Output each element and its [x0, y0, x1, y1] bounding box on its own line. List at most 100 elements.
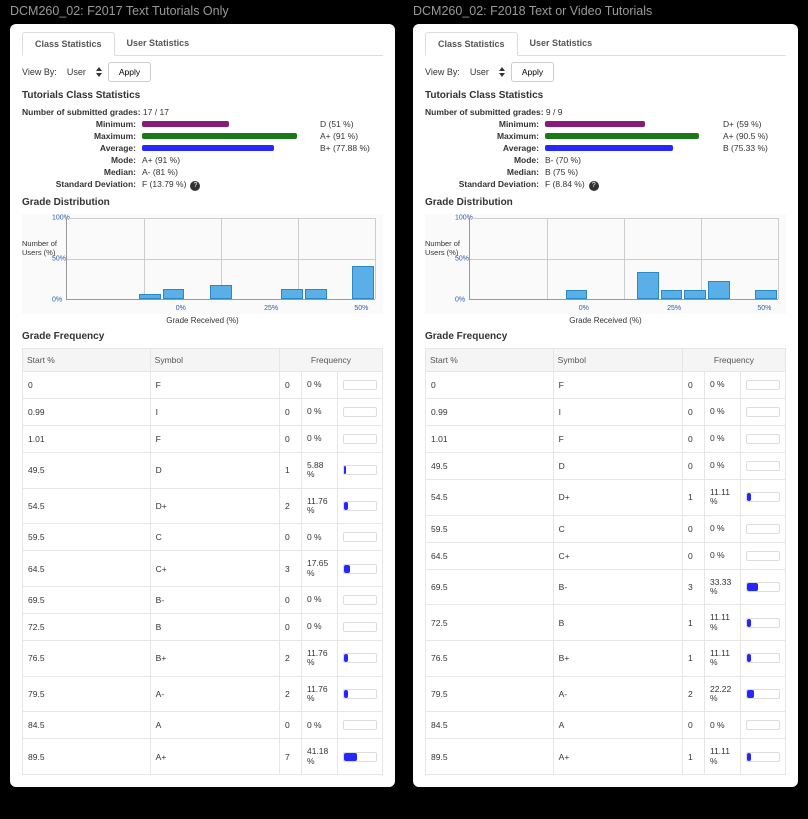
section-heading-frequency: Grade Frequency: [425, 331, 786, 342]
help-icon[interactable]: ?: [190, 181, 200, 191]
page-title-left: DCM260_02: F2017 Text Tutorials Only: [10, 0, 395, 24]
cell-count: 2: [279, 676, 301, 712]
cell-start: 64.5: [426, 542, 554, 569]
section-heading-frequency: Grade Frequency: [22, 331, 383, 342]
cell-percent: 0 %: [301, 614, 337, 641]
chart-bar: [163, 289, 185, 299]
apply-button[interactable]: Apply: [511, 62, 554, 82]
chart-bars: [67, 218, 375, 299]
cell-freq-bar: [337, 641, 382, 677]
cell-symbol: F: [150, 426, 279, 453]
table-row: 54.5D+111.11 %: [426, 480, 786, 516]
cell-symbol: F: [150, 372, 279, 399]
cell-freq-bar: [740, 676, 785, 712]
view-by-select[interactable]: User: [63, 65, 90, 79]
submitted-grades-label: Number of submitted grades:: [22, 107, 141, 117]
stat-row-stddev: Standard Deviation:F (8.84 %)?: [425, 179, 786, 191]
table-row: 0.99I00 %: [23, 399, 383, 426]
table-row: 64.5C+317.65 %: [23, 551, 383, 587]
submitted-grades-value: 9 / 9: [546, 107, 563, 117]
table-row: 76.5B+211.76 %: [23, 641, 383, 677]
cell-start: 84.5: [426, 712, 554, 739]
cell-start: 0: [23, 372, 151, 399]
table-row: 59.5C00 %: [23, 524, 383, 551]
cell-count: 0: [682, 515, 704, 542]
cell-symbol: A-: [553, 676, 682, 712]
stat-value-stddev: F (8.84 %)?: [545, 179, 599, 191]
stat-row-mode: Mode:B- (70 %): [425, 155, 786, 165]
stat-bar-min: [142, 121, 312, 127]
chart-x-tick: 25%: [667, 305, 681, 312]
table-row: 49.5D15.88 %: [23, 453, 383, 489]
help-icon[interactable]: ?: [589, 181, 599, 191]
cell-start: 0: [426, 372, 554, 399]
chart-plot-area: [66, 218, 375, 300]
apply-button[interactable]: Apply: [108, 62, 151, 82]
stat-label-median: Median:: [425, 167, 545, 177]
cell-freq-bar: [337, 712, 382, 739]
section-heading-distribution: Grade Distribution: [425, 197, 786, 208]
cell-count: 0: [682, 426, 704, 453]
cell-freq-bar: [337, 587, 382, 614]
sort-icon[interactable]: [499, 67, 505, 77]
stat-value-max: A+ (91 %): [320, 131, 358, 141]
stat-label-mode: Mode:: [425, 155, 545, 165]
cell-freq-bar: [337, 453, 382, 489]
stat-value-median: B (75 %): [545, 167, 578, 177]
chart-bar: [637, 272, 659, 299]
submitted-grades-row: Number of submitted grades: 9 / 9: [425, 107, 786, 117]
cell-freq-bar: [740, 372, 785, 399]
chart-bar: [708, 281, 730, 299]
stat-value-mode: A+ (91 %): [142, 155, 180, 165]
cell-symbol: A+: [553, 739, 682, 775]
sort-icon[interactable]: [96, 67, 102, 77]
stat-value-min: D (51 %): [320, 119, 354, 129]
page-title-right: DCM260_02: F2018 Text or Video Tutorials: [413, 0, 798, 24]
cell-percent: 0 %: [704, 453, 740, 480]
col-symbol: Symbol: [553, 349, 682, 372]
table-row: 64.5C+00 %: [426, 542, 786, 569]
cell-percent: 0 %: [704, 712, 740, 739]
stat-label-avg: Average:: [22, 143, 142, 153]
cell-symbol: A: [150, 712, 279, 739]
cell-symbol: C+: [150, 551, 279, 587]
cell-freq-bar: [740, 453, 785, 480]
cell-freq-bar: [740, 641, 785, 677]
distribution-chart: Number of Users (%)0%50%100%0%25%50%75%1…: [425, 214, 786, 314]
cell-percent: 11.76 %: [301, 676, 337, 712]
tab-class-statistics[interactable]: Class Statistics: [22, 32, 115, 56]
cell-count: 0: [279, 399, 301, 426]
stat-label-mode: Mode:: [22, 155, 142, 165]
chart-y-tick: 50%: [455, 256, 469, 263]
stat-row-max: Maximum:A+ (91 %): [22, 131, 383, 141]
cell-freq-bar: [337, 551, 382, 587]
cell-count: 0: [279, 426, 301, 453]
stat-row-median: Median:A- (81 %): [22, 167, 383, 177]
cell-freq-bar: [740, 605, 785, 641]
cell-start: 0.99: [426, 399, 554, 426]
cell-symbol: B+: [150, 641, 279, 677]
cell-percent: 0 %: [301, 524, 337, 551]
tab-class-statistics[interactable]: Class Statistics: [425, 32, 518, 56]
submitted-grades-label: Number of submitted grades:: [425, 107, 544, 117]
chart-bar: [210, 285, 232, 299]
stat-value-min: D+ (59 %): [723, 119, 762, 129]
tab-user-statistics[interactable]: User Statistics: [518, 32, 605, 55]
tab-user-statistics[interactable]: User Statistics: [115, 32, 202, 55]
cell-start: 69.5: [23, 587, 151, 614]
cell-freq-bar: [740, 426, 785, 453]
cell-count: 0: [279, 614, 301, 641]
table-row: 0F00 %: [426, 372, 786, 399]
cell-count: 1: [682, 739, 704, 775]
chart-bar: [755, 290, 777, 299]
tabs: Class StatisticsUser Statistics: [22, 32, 383, 56]
view-by-select[interactable]: User: [466, 65, 493, 79]
stat-label-min: Minimum:: [22, 119, 142, 129]
table-row: 1.01F00 %: [426, 426, 786, 453]
cell-symbol: B: [553, 605, 682, 641]
chart-x-axis-label: Grade Received (%): [22, 316, 383, 325]
cell-count: 0: [279, 372, 301, 399]
cell-percent: 17.65 %: [301, 551, 337, 587]
table-row: 79.5A-222.22 %: [426, 676, 786, 712]
col-frequency: Frequency: [279, 349, 382, 372]
